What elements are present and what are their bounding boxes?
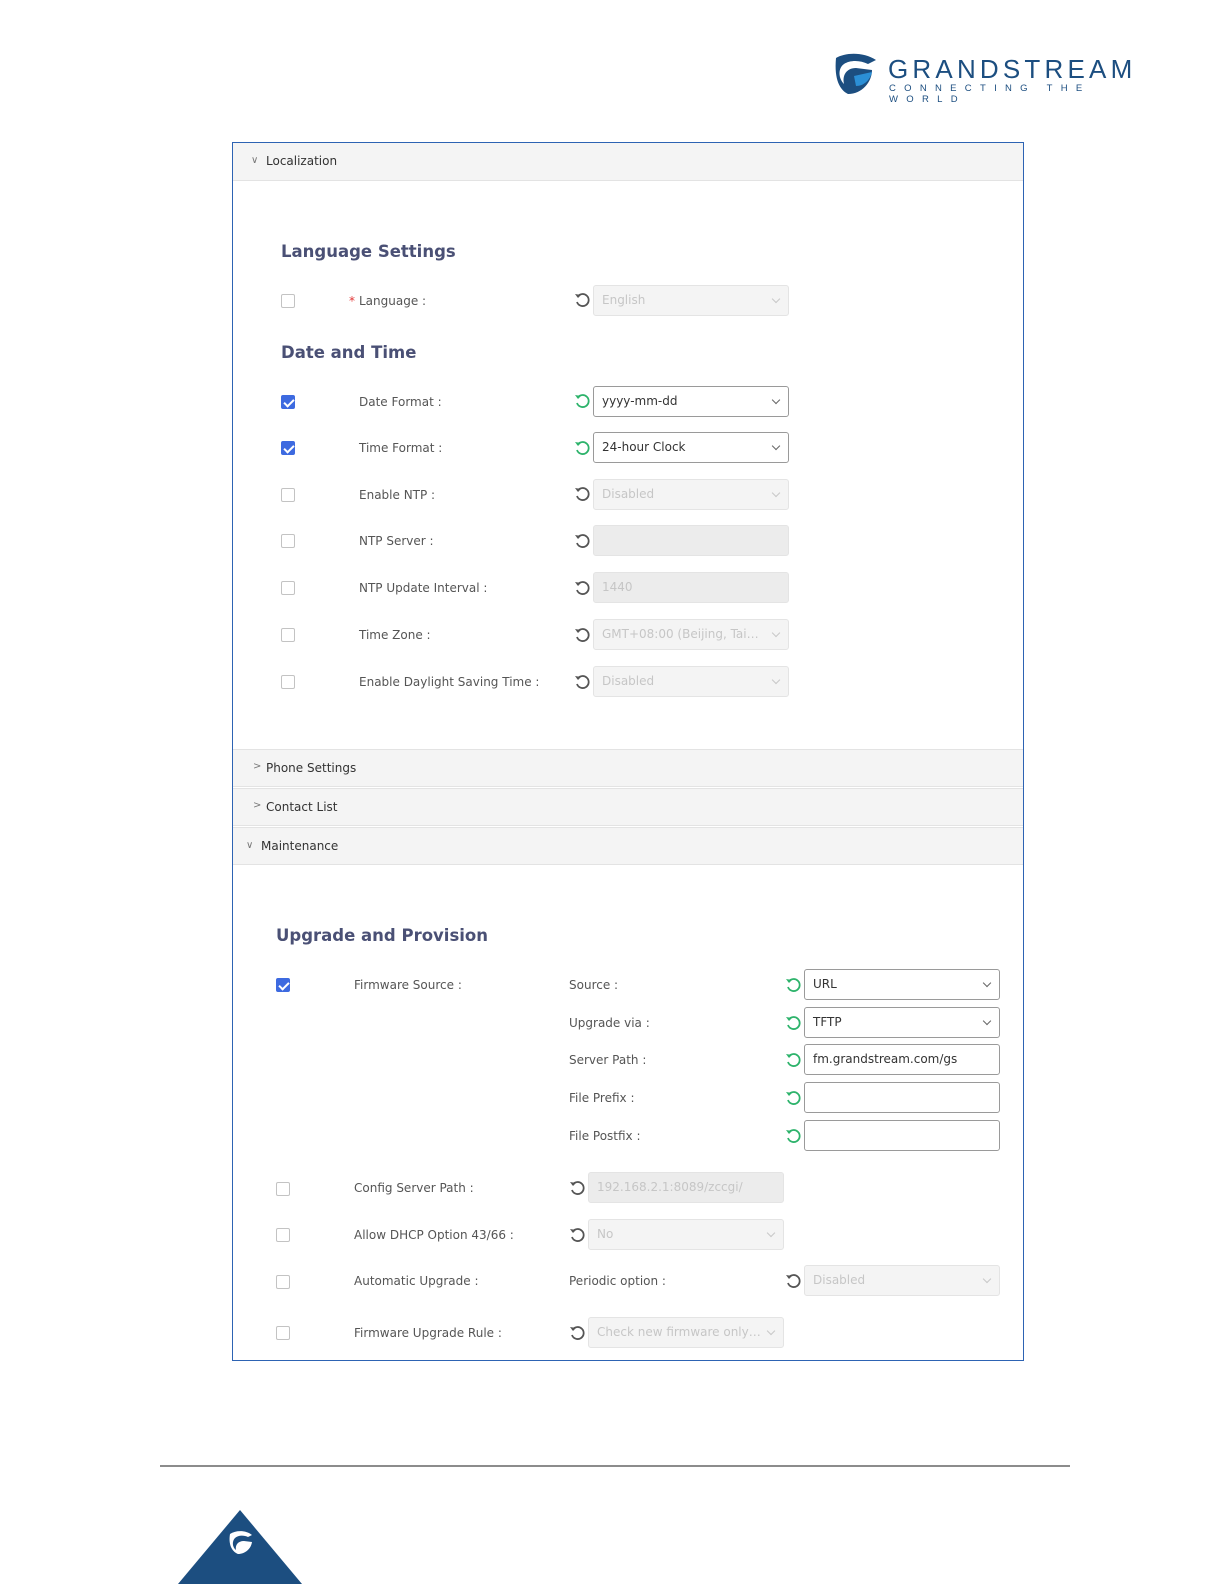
time-zone-select[interactable]: GMT+08:00 (Beijing, Taipei, ... (593, 619, 789, 650)
brand-name: GRANDSTREAM (888, 54, 1137, 84)
file-postfix-input[interactable] (804, 1120, 1000, 1151)
chevron-down-icon (982, 1016, 992, 1026)
section-contact-list[interactable]: > Contact List (233, 788, 1023, 826)
file-prefix-input[interactable] (804, 1082, 1000, 1113)
language-select[interactable]: English (593, 285, 789, 316)
section-phone-settings[interactable]: > Phone Settings (233, 749, 1023, 787)
periodic-option-label: Periodic option : (569, 1274, 666, 1288)
ntp-server-checkbox[interactable] (281, 534, 295, 548)
language-label: * Language : (349, 294, 427, 308)
chevron-down-icon (982, 1274, 992, 1284)
daylight-saving-checkbox[interactable] (281, 675, 295, 689)
reset-icon[interactable] (573, 291, 591, 309)
required-asterisk: * (349, 294, 355, 308)
ntp-update-interval-label: NTP Update Interval : (359, 581, 488, 595)
allow-dhcp-checkbox[interactable] (276, 1228, 290, 1242)
language-settings-title: Language Settings (281, 242, 456, 261)
date-format-label: Date Format : (359, 395, 442, 409)
chevron-down-icon: ∨ (246, 840, 254, 851)
chevron-down-icon (771, 441, 781, 451)
chevron-right-icon: > (253, 761, 262, 772)
reset-icon[interactable] (784, 1089, 802, 1107)
ntp-server-input[interactable] (593, 525, 789, 556)
section-maintenance[interactable]: ∨ Maintenance (233, 827, 1023, 865)
reset-icon[interactable] (573, 673, 591, 691)
config-server-path-label: Config Server Path : (354, 1181, 474, 1195)
section-phone-settings-label: Phone Settings (266, 761, 357, 775)
time-format-select[interactable]: 24-hour Clock (593, 432, 789, 463)
reset-icon[interactable] (784, 1272, 802, 1290)
reset-icon[interactable] (573, 439, 591, 457)
grandstream-logo: GRANDSTREAM CONNECTING THE WORLD (832, 52, 1162, 105)
firmware-upgrade-rule-checkbox[interactable] (276, 1326, 290, 1340)
daylight-saving-select[interactable]: Disabled (593, 666, 789, 697)
chevron-down-icon: ∨ (251, 155, 259, 166)
upgrade-via-select[interactable]: TFTP (804, 1007, 1000, 1038)
reset-icon[interactable] (568, 1226, 586, 1244)
reset-icon[interactable] (573, 392, 591, 410)
chevron-down-icon (771, 675, 781, 685)
date-format-checkbox[interactable] (281, 395, 295, 409)
reset-icon[interactable] (784, 1051, 802, 1069)
reset-icon[interactable] (784, 1127, 802, 1145)
firmware-source-checkbox[interactable] (276, 978, 290, 992)
reset-icon[interactable] (573, 626, 591, 644)
firmware-upgrade-rule-select[interactable]: Check new firmware only w... (588, 1317, 784, 1348)
date-format-select[interactable]: yyyy-mm-dd (593, 386, 789, 417)
config-server-path-input[interactable]: 192.168.2.1:8089/zccgi/ (588, 1172, 784, 1203)
reset-icon[interactable] (568, 1324, 586, 1342)
enable-ntp-select[interactable]: Disabled (593, 479, 789, 510)
reset-icon[interactable] (573, 532, 591, 550)
section-localization[interactable]: ∨ Localization (233, 143, 1023, 181)
automatic-upgrade-label: Automatic Upgrade : (354, 1274, 479, 1288)
source-select[interactable]: URL (804, 969, 1000, 1000)
chevron-right-icon: > (253, 800, 262, 811)
server-path-input[interactable]: fm.grandstream.com/gs (804, 1044, 1000, 1075)
periodic-option-select[interactable]: Disabled (804, 1265, 1000, 1296)
reset-icon[interactable] (573, 485, 591, 503)
chevron-down-icon (766, 1228, 776, 1238)
time-format-checkbox[interactable] (281, 441, 295, 455)
section-localization-label: Localization (266, 154, 338, 168)
reset-icon[interactable] (568, 1179, 586, 1197)
footer-divider (160, 1465, 1070, 1467)
upgrade-via-label: Upgrade via : (569, 1016, 650, 1030)
firmware-upgrade-rule-label: Firmware Upgrade Rule : (354, 1326, 502, 1340)
daylight-saving-label: Enable Daylight Saving Time : (359, 675, 540, 689)
file-prefix-label: File Prefix : (569, 1091, 635, 1105)
firmware-source-label: Firmware Source : (354, 978, 462, 992)
time-format-label: Time Format : (359, 441, 443, 455)
language-checkbox[interactable] (281, 294, 295, 308)
reset-icon[interactable] (573, 579, 591, 597)
config-server-path-checkbox[interactable] (276, 1182, 290, 1196)
server-path-label: Server Path : (569, 1053, 647, 1067)
upgrade-provision-title: Upgrade and Provision (276, 926, 489, 945)
grandstream-footer-logo-icon (178, 1510, 302, 1584)
settings-panel: ∨ Localization Language Settings * Langua… (232, 142, 1024, 1361)
enable-ntp-checkbox[interactable] (281, 488, 295, 502)
date-time-title: Date and Time (281, 343, 417, 362)
automatic-upgrade-checkbox[interactable] (276, 1275, 290, 1289)
chevron-down-icon (771, 395, 781, 405)
allow-dhcp-select[interactable]: No (588, 1219, 784, 1250)
reset-icon[interactable] (784, 1014, 802, 1032)
source-label: Source : (569, 978, 619, 992)
brand-tagline: CONNECTING THE WORLD (889, 83, 1091, 105)
allow-dhcp-label: Allow DHCP Option 43/66 : (354, 1228, 514, 1242)
section-maintenance-label: Maintenance (261, 839, 339, 853)
ntp-server-label: NTP Server : (359, 534, 434, 548)
grandstream-logo-icon (835, 53, 876, 94)
chevron-down-icon (771, 294, 781, 304)
time-zone-checkbox[interactable] (281, 628, 295, 642)
time-zone-label: Time Zone : (359, 628, 431, 642)
chevron-down-icon (982, 978, 992, 988)
chevron-down-icon (771, 488, 781, 498)
ntp-update-interval-checkbox[interactable] (281, 581, 295, 595)
reset-icon[interactable] (784, 976, 802, 994)
ntp-update-interval-input[interactable]: 1440 (593, 572, 789, 603)
enable-ntp-label: Enable NTP : (359, 488, 436, 502)
section-contact-list-label: Contact List (266, 800, 338, 814)
file-postfix-label: File Postfix : (569, 1129, 641, 1143)
